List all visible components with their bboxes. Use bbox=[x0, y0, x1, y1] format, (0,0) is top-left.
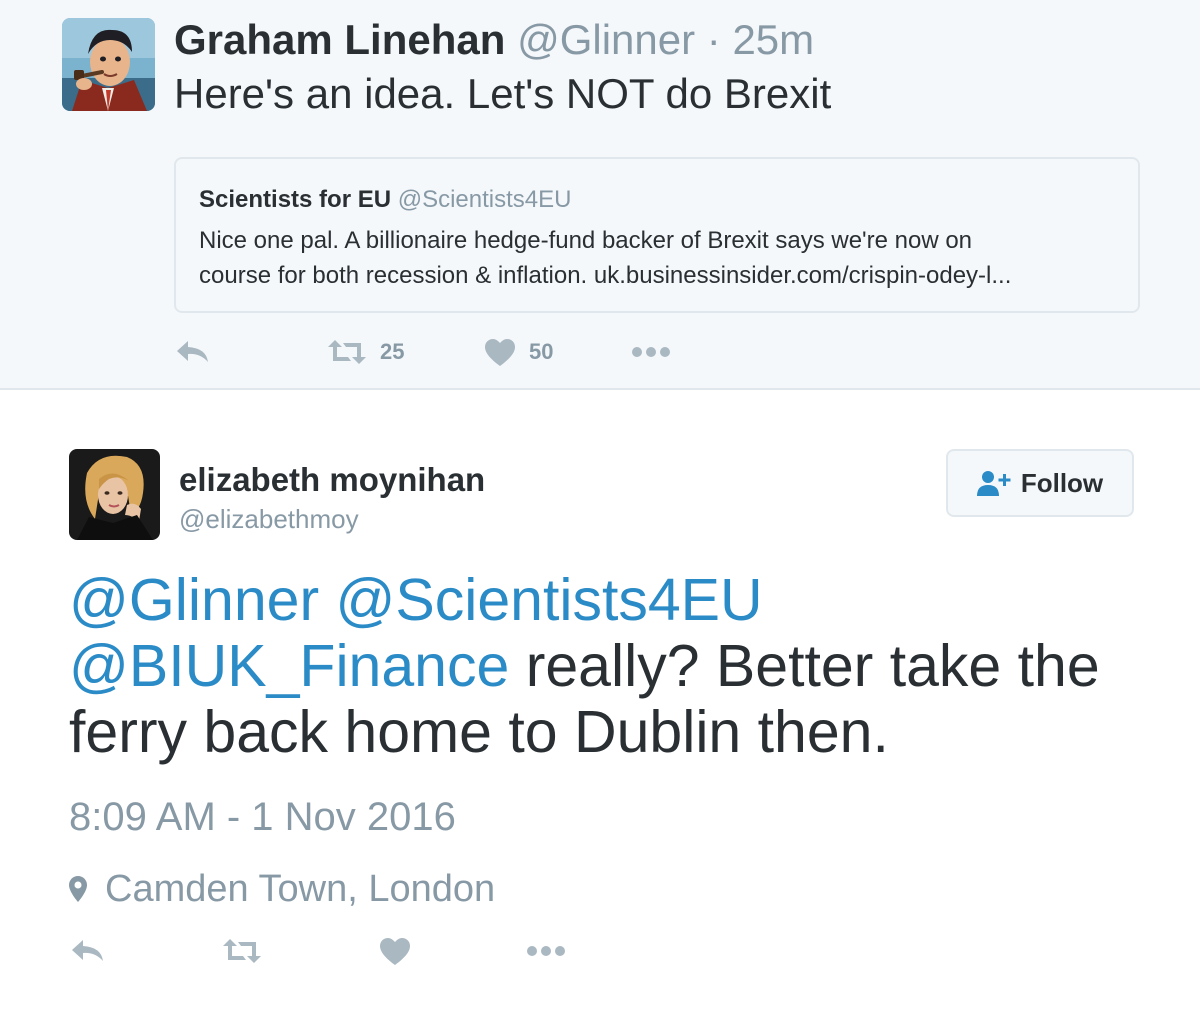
tweet-location[interactable]: Camden Town, London bbox=[69, 866, 495, 912]
author-name[interactable]: elizabeth moynihan bbox=[179, 462, 485, 498]
like-count: 50 bbox=[529, 339, 554, 364]
reply-button[interactable] bbox=[176, 334, 210, 370]
like-button[interactable]: 50 bbox=[485, 334, 553, 370]
avatar[interactable] bbox=[62, 18, 155, 111]
follow-person-icon bbox=[976, 471, 1011, 496]
follow-button[interactable]: Follow bbox=[946, 449, 1134, 517]
tweet-text: @Glinner @Scientists4EU @BIUK_Finance re… bbox=[69, 567, 1100, 765]
location-text: Camden Town, London bbox=[105, 867, 496, 910]
parent-tweet: Graham Linehan @Glinner · 25m Here's an … bbox=[0, 0, 1200, 390]
follow-label: Follow bbox=[1020, 467, 1104, 498]
retweet-button[interactable]: 25 bbox=[328, 334, 404, 370]
more-button[interactable] bbox=[632, 334, 670, 370]
parent-tweet-header: Graham Linehan @Glinner · 25m bbox=[174, 14, 814, 66]
retweet-count: 25 bbox=[380, 339, 405, 364]
avatar-image bbox=[62, 18, 155, 111]
quoted-author-handle: @Scientists4EU bbox=[397, 186, 572, 213]
tweet-text: Here's an idea. Let's NOT do Brexit bbox=[174, 70, 832, 117]
tweet-time[interactable]: 25m bbox=[732, 16, 814, 63]
tweet-actions: 25 50 bbox=[174, 334, 734, 370]
author-handle[interactable]: @elizabethmoy bbox=[179, 503, 359, 535]
tweet-text-line: @BIUK_Finance really? Better take the bbox=[69, 633, 1100, 699]
like-button[interactable] bbox=[380, 933, 410, 969]
more-button[interactable] bbox=[527, 933, 565, 969]
quoted-tweet-text: Nice one pal. A billionaire hedge-fund b… bbox=[199, 223, 1129, 293]
author-name[interactable]: Graham Linehan bbox=[174, 16, 505, 63]
tweet-text-line: @Glinner @Scientists4EU bbox=[69, 567, 1100, 633]
reply-button[interactable] bbox=[71, 933, 105, 969]
tweet-text-fragment: really? Better take the bbox=[509, 633, 1100, 699]
tweet-actions bbox=[69, 933, 589, 969]
mention-link[interactable]: @Scientists4EU bbox=[336, 567, 763, 633]
quoted-tweet-header: Scientists for EU @Scientists4EU bbox=[199, 185, 571, 215]
like-icon bbox=[485, 338, 515, 366]
quoted-text-line: course for both recession & inflation. u… bbox=[199, 262, 1012, 289]
avatar-image bbox=[69, 449, 160, 540]
like-icon bbox=[380, 937, 410, 965]
quoted-tweet-card[interactable]: Scientists for EU @Scientists4EU Nice on… bbox=[174, 157, 1140, 313]
quoted-text-line: Nice one pal. A billionaire hedge-fund b… bbox=[199, 227, 973, 254]
reply-icon bbox=[177, 341, 208, 362]
avatar[interactable] bbox=[69, 449, 160, 540]
mention-link[interactable]: @BIUK_Finance bbox=[69, 633, 509, 699]
location-pin-icon bbox=[69, 876, 87, 902]
author-handle[interactable]: @Glinner bbox=[517, 16, 695, 63]
mention-link[interactable]: @Glinner bbox=[69, 567, 319, 633]
more-icon bbox=[527, 946, 565, 956]
retweet-icon bbox=[328, 340, 366, 364]
tweet-text-line: ferry back home to Dublin then. bbox=[69, 699, 889, 765]
quoted-author-name: Scientists for EU bbox=[199, 186, 392, 213]
more-icon bbox=[632, 347, 670, 357]
tweet-timestamp[interactable]: 8:09 AM - 1 Nov 2016 bbox=[69, 794, 456, 840]
reply-icon bbox=[72, 940, 103, 961]
retweet-icon bbox=[223, 939, 261, 963]
retweet-button[interactable] bbox=[223, 933, 261, 969]
separator: · bbox=[706, 16, 721, 63]
